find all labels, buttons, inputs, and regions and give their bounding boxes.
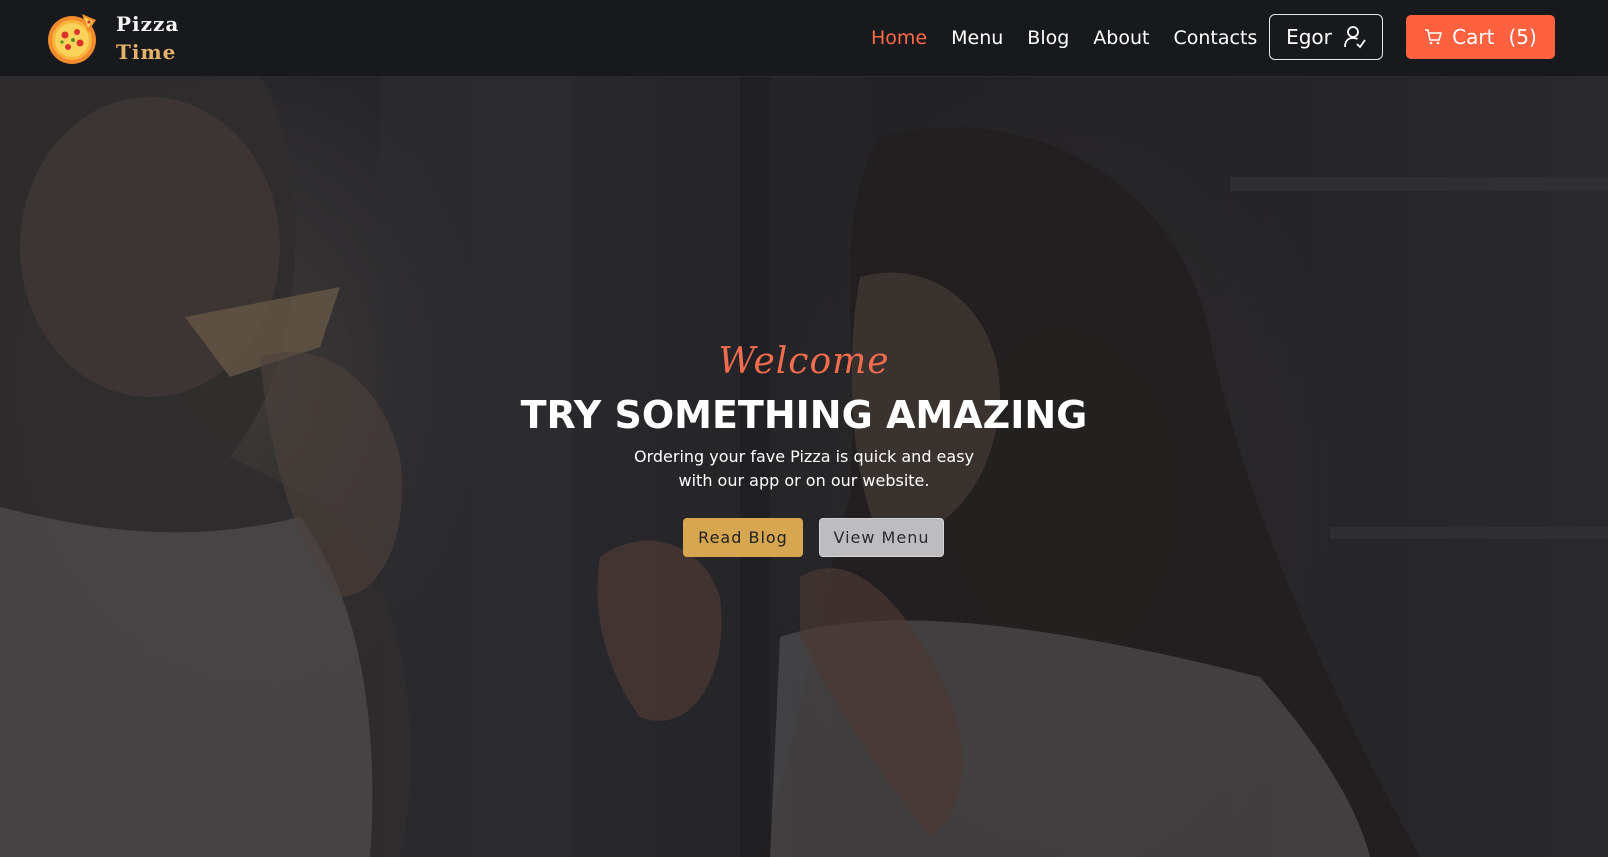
view-menu-button[interactable]: View Menu [819,518,944,557]
user-check-icon [1343,26,1366,49]
hero-section: Welcome TRY SOMETHING AMAZING Ordering y… [0,77,1608,857]
cart-count: (5) [1508,25,1537,49]
cart-icon [1425,29,1442,45]
user-account-button[interactable]: Egor [1269,14,1383,60]
hero-subtitle: Ordering your fave Pizza is quick and ea… [0,445,1608,493]
nav-item-about[interactable]: About [1093,27,1149,49]
main-nav: Home Menu Blog About Contacts [871,23,1257,53]
nav-item-blog[interactable]: Blog [1027,27,1069,49]
hero-headline: TRY SOMETHING AMAZING [520,393,1088,437]
cart-label: Cart [1452,25,1495,49]
hero-subtitle-line-2: with our app or on our website. [678,471,930,490]
site-header: Pizza Time Home Menu Blog About Contacts… [0,0,1608,77]
nav-item-contacts[interactable]: Contacts [1173,27,1257,49]
brand-line-1: Pizza [116,12,180,36]
pizza-logo-icon[interactable] [44,8,104,68]
read-blog-button[interactable]: Read Blog [683,518,803,557]
hero-subtitle-line-1: Ordering your fave Pizza is quick and ea… [633,447,975,466]
cart-button[interactable]: Cart (5) [1406,15,1555,59]
user-name: Egor [1286,25,1332,49]
page: Pizza Time Home Menu Blog About Contacts… [0,0,1608,857]
nav-item-home[interactable]: Home [871,27,927,49]
hero-welcome: Welcome [718,341,890,382]
brand-name[interactable]: Pizza Time [116,10,179,66]
brand-line-2: Time [116,40,177,64]
nav-item-menu[interactable]: Menu [951,27,1003,49]
